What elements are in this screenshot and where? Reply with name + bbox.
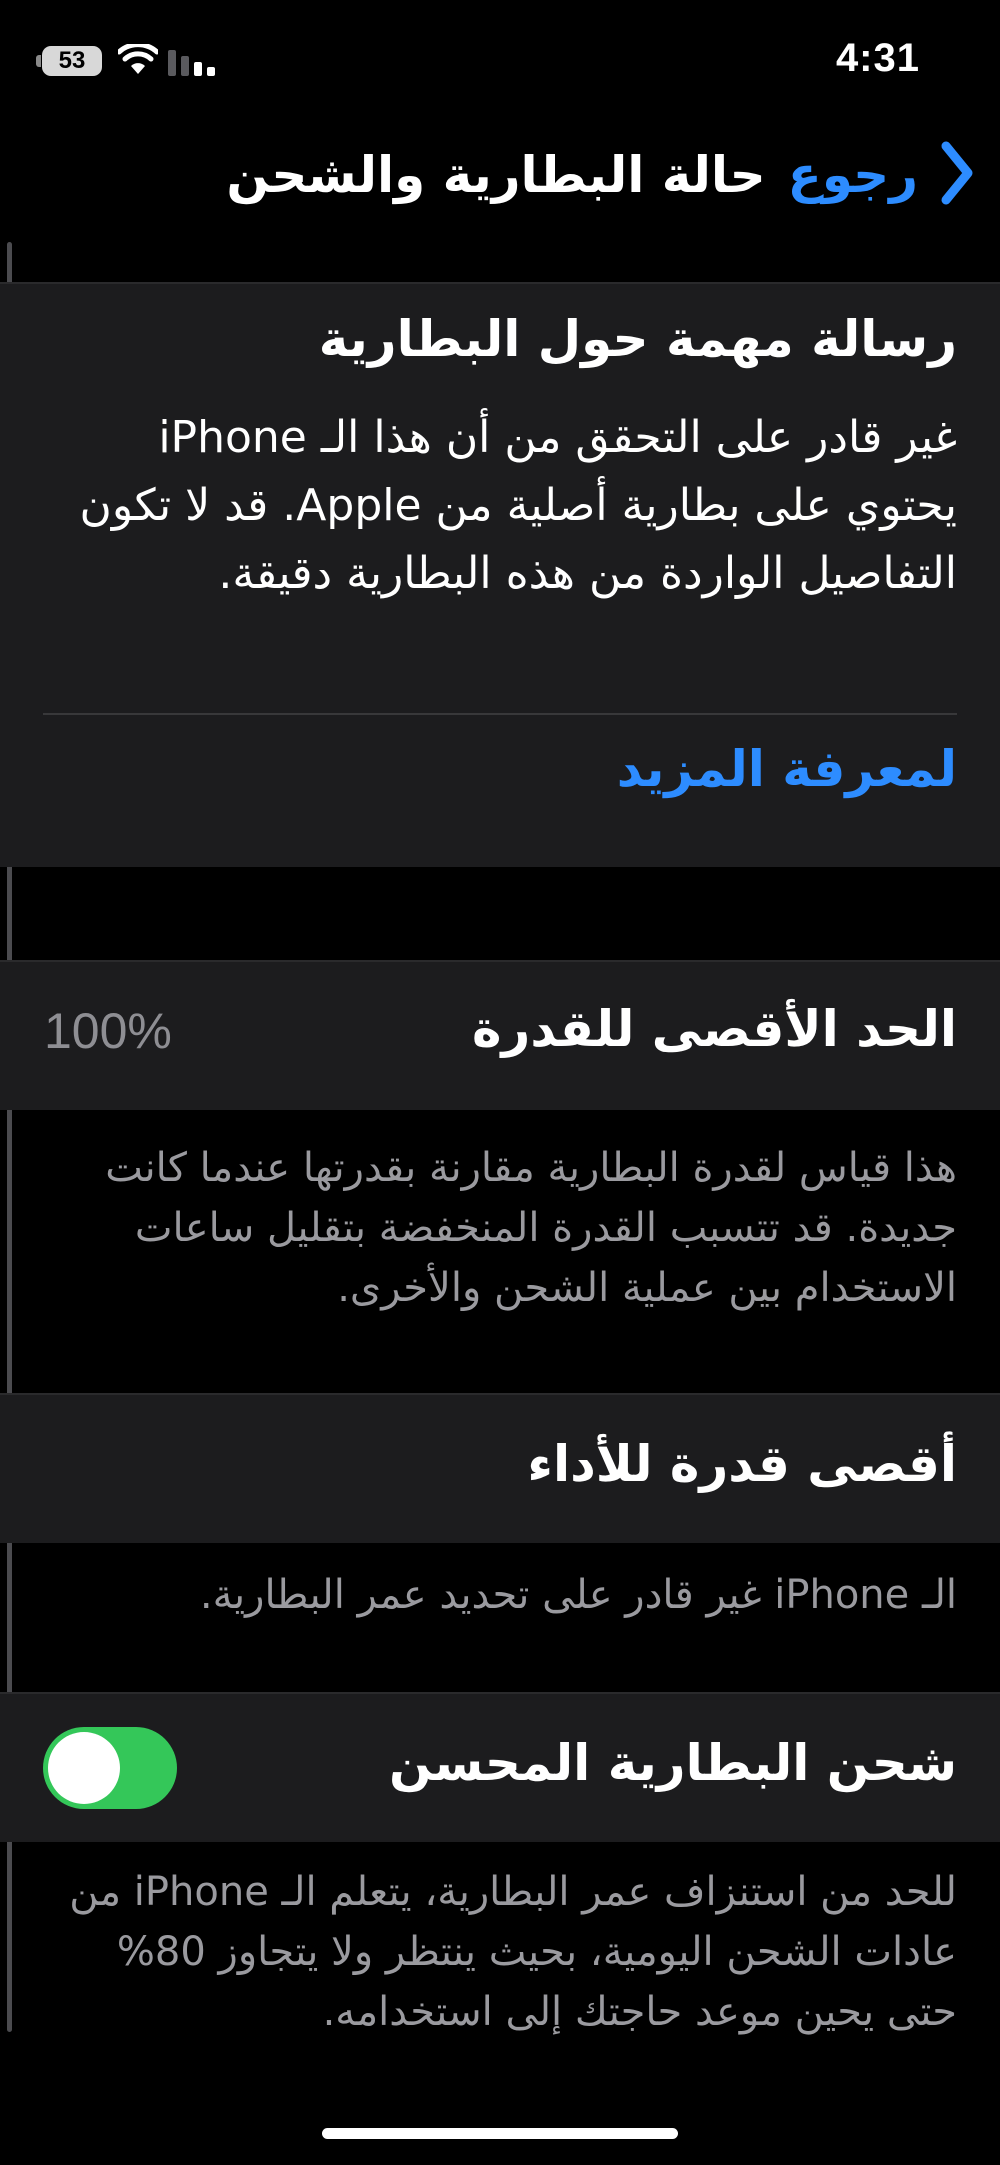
wifi-icon — [118, 44, 158, 74]
optimized-charging-footnote: للحد من استنزاف عمر البطارية، يتعلم الـ … — [69, 1869, 957, 2035]
notice-title: رسالة مهمة حول البطارية — [318, 310, 957, 368]
home-indicator[interactable] — [322, 2128, 678, 2139]
card-separator — [0, 960, 1000, 962]
card-separator — [0, 1393, 1000, 1395]
notice-body: غير قادر على التحقق من أن هذا الـ iPhone… — [79, 412, 957, 599]
navigation-bar: رجوع حالة البطارية والشحن — [0, 120, 1000, 230]
optimized-charging-toggle[interactable] — [43, 1727, 177, 1809]
divider — [43, 713, 957, 715]
maximum-capacity-footnote: هذا قياس لقدرة البطارية مقارنة بقدرتها ع… — [105, 1145, 957, 1311]
peak-performance-label: أقصى قدرة للأداء — [527, 1435, 957, 1493]
optimized-charging-label: شحن البطارية المحسن — [388, 1734, 957, 1792]
status-bar: 53 4:31 — [0, 0, 1000, 120]
maximum-capacity-value: 100% — [44, 1003, 172, 1059]
battery-icon: 53 — [36, 46, 102, 76]
battery-percent: 53 — [36, 46, 102, 76]
peak-performance-footnote: الـ iPhone غير قادر على تحديد عمر البطار… — [199, 1572, 957, 1618]
peak-performance-row: أقصى قدرة للأداء — [0, 1393, 1000, 1543]
status-time: 4:31 — [835, 36, 920, 80]
toggle-knob — [48, 1732, 120, 1804]
card-separator — [0, 1692, 1000, 1694]
back-button[interactable]: رجوع — [788, 146, 918, 204]
battery-notice-card: رسالة مهمة حول البطارية غير قادر على الت… — [0, 282, 1000, 867]
learn-more-link[interactable]: لمعرفة المزيد — [617, 740, 957, 798]
nav-row: رجوع حالة البطارية والشحن — [226, 140, 918, 210]
chevron-left-icon[interactable] — [936, 138, 976, 208]
optimized-charging-row: شحن البطارية المحسن — [0, 1692, 1000, 1842]
page-title: حالة البطارية والشحن — [226, 146, 766, 204]
cellular-signal-icon — [168, 50, 215, 76]
maximum-capacity-label: الحد الأقصى للقدرة — [472, 1000, 957, 1058]
card-separator — [0, 282, 1000, 284]
maximum-capacity-row: الحد الأقصى للقدرة 100% — [0, 960, 1000, 1110]
